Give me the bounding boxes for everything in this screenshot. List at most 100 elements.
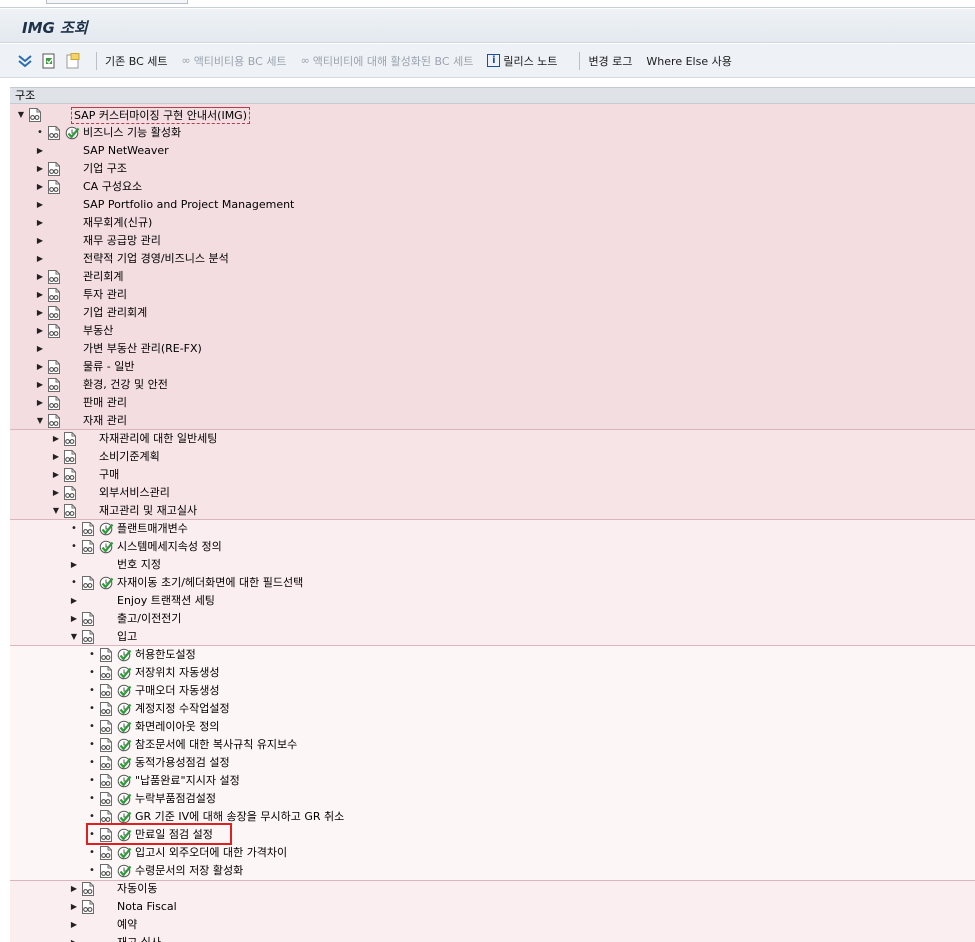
help-document-icon[interactable] [99, 702, 113, 716]
tree-node[interactable]: ▼ 재고관리 및 재고실사 [10, 502, 975, 520]
tree-node-label[interactable]: 자재 관리 [83, 412, 127, 430]
expand-node-icon[interactable]: ▶ [51, 484, 61, 502]
collapse-node-icon[interactable]: ▼ [16, 106, 26, 124]
collapse-node-icon[interactable]: ▼ [35, 412, 45, 430]
tree-node[interactable]: • 시스템메세지속성 정의 [10, 538, 975, 556]
expand-node-icon[interactable]: ▶ [69, 556, 79, 574]
expand-node-icon[interactable]: ▶ [69, 880, 79, 898]
help-document-icon[interactable] [99, 684, 113, 698]
tree-node[interactable]: • 구매오더 자동생성 [10, 682, 975, 700]
expand-all-icon[interactable] [16, 52, 34, 70]
tree-node-label[interactable]: 비즈니스 기능 활성화 [83, 124, 181, 142]
help-document-icon[interactable] [47, 180, 61, 194]
tree-node[interactable]: ▶ 소비기준계획 [10, 448, 975, 466]
tree-node[interactable]: ▶ 자동이동 [10, 880, 975, 898]
help-document-icon[interactable] [63, 504, 77, 518]
expand-node-icon[interactable]: ▶ [35, 142, 45, 160]
tree-node[interactable]: ▶ 전략적 기업 경영/비즈니스 분석 [10, 250, 975, 268]
tree-node-label[interactable]: 저장위치 자동생성 [135, 664, 219, 682]
tree-node[interactable]: ▶ 기업 구조 [10, 160, 975, 178]
tree-node[interactable]: • 입고시 외주오더에 대한 가격차이 [10, 844, 975, 862]
activated-bc-sets-button[interactable]: ∞ 액티비티에 대해 활성화된 BC 세트 [301, 53, 474, 69]
release-notes-button[interactable]: i 릴리스 노트 [487, 53, 557, 69]
expand-node-icon[interactable]: ▶ [35, 304, 45, 322]
expand-node-icon[interactable]: ▶ [69, 898, 79, 916]
help-document-icon[interactable] [63, 450, 77, 464]
tree-node[interactable]: • 화면레이아웃 정의 [10, 718, 975, 736]
find-node-icon[interactable] [40, 52, 58, 70]
tree-node-label[interactable]: 물류 - 일반 [83, 358, 134, 376]
tree-node-label[interactable]: 누락부품점검설정 [135, 790, 216, 808]
tree-node-label[interactable]: Enjoy 트랜잭션 세팅 [117, 592, 215, 610]
help-document-icon[interactable] [47, 396, 61, 410]
tree-node-label[interactable]: 출고/이전전기 [117, 610, 181, 628]
expand-node-icon[interactable]: ▶ [35, 232, 45, 250]
expand-node-icon[interactable]: ▶ [51, 430, 61, 448]
tree-node[interactable]: ▶ 재무 공급망 관리 [10, 232, 975, 250]
tree-node-label[interactable]: 기업 관리회계 [83, 304, 147, 322]
tree-node[interactable]: ▶ 환경, 건강 및 안전 [10, 376, 975, 394]
tree-node-label[interactable]: SAP Portfolio and Project Management [83, 196, 294, 214]
tree-node[interactable]: ▶ CA 구성요소 [10, 178, 975, 196]
execute-activity-icon[interactable] [117, 774, 132, 788]
help-document-icon[interactable] [63, 432, 77, 446]
tree-node-label[interactable]: 화면레이아웃 정의 [135, 718, 219, 736]
tree-node[interactable]: ▶ 외부서비스관리 [10, 484, 975, 502]
tree-node[interactable]: ▶ 번호 지정 [10, 556, 975, 574]
tree-node[interactable]: ▶ 물류 - 일반 [10, 358, 975, 376]
tree-node[interactable]: ▶ 출고/이전전기 [10, 610, 975, 628]
execute-activity-icon[interactable] [99, 522, 114, 536]
expand-node-icon[interactable]: ▶ [35, 214, 45, 232]
note-icon[interactable] [64, 52, 82, 70]
tree-node[interactable]: ▶ 부동산 [10, 322, 975, 340]
help-document-icon[interactable] [47, 306, 61, 320]
tree-node-label[interactable]: "납품완료"지시자 설정 [135, 772, 240, 790]
tree-node[interactable]: ▼ 입고 [10, 628, 975, 646]
expand-node-icon[interactable]: ▶ [35, 250, 45, 268]
tree-node-label[interactable]: 예약 [117, 916, 137, 934]
tree-node[interactable]: ▶ 재고 실사 [10, 934, 975, 942]
expand-node-icon[interactable]: ▶ [35, 160, 45, 178]
execute-activity-icon[interactable] [117, 702, 132, 716]
help-document-icon[interactable] [63, 468, 77, 482]
tree-node[interactable]: • 비즈니스 기능 활성화 [10, 124, 975, 142]
tree-node-label[interactable]: 재고관리 및 재고실사 [99, 502, 197, 520]
help-document-icon[interactable] [47, 162, 61, 176]
tree-node-label[interactable]: 재고 실사 [117, 934, 161, 942]
execute-activity-icon[interactable] [117, 756, 132, 770]
help-document-icon[interactable] [81, 522, 95, 536]
help-document-icon[interactable] [99, 774, 113, 788]
help-document-icon[interactable] [28, 108, 42, 122]
help-document-icon[interactable] [99, 738, 113, 752]
tree-node-label[interactable]: 자동이동 [117, 880, 157, 898]
tree-node-label[interactable]: 플랜트매개변수 [117, 520, 188, 538]
tree-node-label[interactable]: CA 구성요소 [83, 178, 142, 196]
tree-node[interactable]: ▶ Nota Fiscal [10, 898, 975, 916]
execute-activity-icon[interactable] [117, 738, 132, 752]
expand-node-icon[interactable]: ▶ [69, 592, 79, 610]
help-document-icon[interactable] [47, 360, 61, 374]
collapse-node-icon[interactable]: ▼ [69, 628, 79, 646]
tree-node[interactable]: • 저장위치 자동생성 [10, 664, 975, 682]
tree-node-label[interactable]: 시스템메세지속성 정의 [117, 538, 222, 556]
tree-node-label[interactable]: 구매오더 자동생성 [135, 682, 219, 700]
tree-node-label[interactable]: 투자 관리 [83, 286, 127, 304]
tree-node-label[interactable]: 입고시 외주오더에 대한 가격차이 [135, 844, 287, 862]
tree-node[interactable]: ▶ SAP Portfolio and Project Management [10, 196, 975, 214]
help-document-icon[interactable] [99, 756, 113, 770]
tree-node-label[interactable]: SAP 커스터마이징 구현 안내서(IMG) [71, 107, 250, 124]
tree-node-label[interactable]: 구매 [99, 466, 119, 484]
help-document-icon[interactable] [81, 612, 95, 626]
tree-node[interactable]: • 허용한도설정 [10, 646, 975, 664]
tree-node[interactable]: • "납품완료"지시자 설정 [10, 772, 975, 790]
execute-activity-icon[interactable] [99, 576, 114, 590]
expand-node-icon[interactable]: ▶ [35, 196, 45, 214]
help-document-icon[interactable] [47, 270, 61, 284]
help-document-icon[interactable] [81, 882, 95, 896]
help-document-icon[interactable] [47, 288, 61, 302]
help-document-icon[interactable] [47, 378, 61, 392]
tree-node-label[interactable]: 관리회계 [83, 268, 123, 286]
tree-node[interactable]: ▶ 예약 [10, 916, 975, 934]
execute-activity-icon[interactable] [117, 666, 132, 680]
help-document-icon[interactable] [81, 900, 95, 914]
